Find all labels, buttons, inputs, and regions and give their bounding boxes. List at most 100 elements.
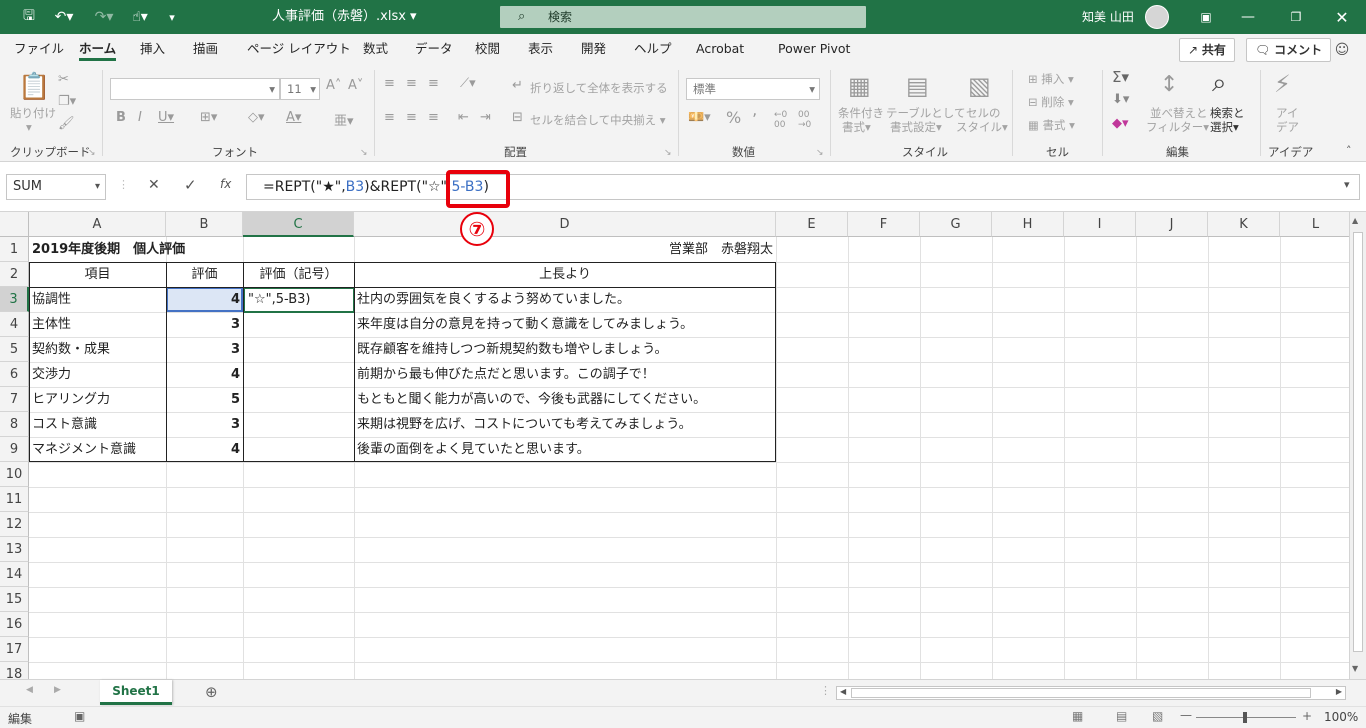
number-format-dropdown[interactable]: 標準 ▾	[686, 78, 820, 100]
tab-home[interactable]: ホーム	[79, 34, 117, 64]
scroll-left-icon[interactable]: ◀	[840, 687, 846, 696]
comment-cell[interactable]: 後輩の面倒をよく見ていたと思います。	[354, 437, 593, 462]
zoom-level[interactable]: 100%	[1324, 710, 1358, 724]
c3-editing-text[interactable]: "☆",5-B3)	[245, 287, 355, 312]
row-header[interactable]: 18	[0, 662, 29, 679]
merge-center-button[interactable]: セルを結合して中央揃え ▾	[530, 113, 666, 127]
search-box[interactable]: ⌕ 検索	[500, 6, 866, 28]
delete-cells-button[interactable]: ⊟ 削除 ▾	[1028, 95, 1074, 109]
row-header[interactable]: 17	[0, 637, 29, 662]
touch-mode-icon[interactable]: ☝▾	[122, 0, 158, 34]
row-header[interactable]: 2	[0, 262, 29, 287]
comment-cell[interactable]: 来期は視野を広げ、コストについても考えてみましょう。	[354, 412, 695, 437]
item-cell[interactable]: マネジメント意識	[29, 437, 166, 462]
smiley-icon[interactable]: ☺	[1330, 38, 1354, 62]
tab-view[interactable]: 表示	[528, 34, 553, 64]
zoom-in-icon[interactable]: +	[1302, 709, 1312, 723]
font-name-dropdown[interactable]: ▾	[110, 78, 280, 100]
row-header[interactable]: 15	[0, 587, 29, 612]
row-header[interactable]: 4	[0, 312, 29, 337]
item-cell[interactable]: ヒアリング力	[29, 387, 166, 412]
comma-icon[interactable]: ʼ	[752, 110, 757, 129]
find-select-icon[interactable]: ⌕	[1212, 68, 1227, 99]
tab-acrobat[interactable]: Acrobat	[696, 34, 744, 64]
decrease-decimal-icon[interactable]: 00 →0	[798, 110, 811, 130]
row-header[interactable]: 5	[0, 337, 29, 362]
scroll-thumb[interactable]	[1353, 232, 1363, 652]
macro-record-icon[interactable]: ▣	[74, 709, 85, 723]
align-left-icon[interactable]: ≡	[384, 110, 395, 125]
align-middle-icon[interactable]: ≡	[406, 76, 417, 91]
conditional-format-icon[interactable]: ▦	[848, 72, 871, 100]
column-header[interactable]: E	[776, 212, 848, 237]
item-cell[interactable]: 交渉力	[29, 362, 166, 387]
format-as-table-button[interactable]: 書式設定▾	[890, 120, 942, 134]
column-header[interactable]: G	[920, 212, 992, 237]
tab-developer[interactable]: 開発	[581, 34, 606, 64]
score-cell[interactable]: 3	[166, 312, 243, 337]
align-bottom-icon[interactable]: ≡	[428, 76, 439, 91]
increase-decimal-icon[interactable]: ←0 00	[774, 110, 787, 130]
comment-button[interactable]: 🗨 コメント	[1246, 38, 1332, 62]
insert-cells-button[interactable]: ⊞ 挿入 ▾	[1028, 72, 1074, 86]
tab-data[interactable]: データ	[415, 34, 453, 64]
row-header[interactable]: 14	[0, 562, 29, 587]
tab-formulas[interactable]: 数式	[363, 34, 388, 64]
scroll-down-icon[interactable]: ▼	[1352, 664, 1358, 673]
column-header[interactable]: J	[1136, 212, 1208, 237]
page-break-view-icon[interactable]: ▧	[1152, 709, 1163, 723]
sheet-title[interactable]: 2019年度後期 個人評価	[29, 237, 188, 262]
horizontal-scrollbar[interactable]: ◀ ▶	[836, 686, 1346, 700]
score-cell[interactable]: 4	[166, 287, 243, 312]
comment-cell[interactable]: 来年度は自分の意見を持って動く意識をしてみましょう。	[354, 312, 696, 337]
scroll-right-icon[interactable]: ▶	[1336, 687, 1342, 696]
enter-icon[interactable]: ✓	[184, 176, 197, 194]
comment-cell[interactable]: 既存顧客を維持しつつ新規契約数も増やしましょう。	[354, 337, 670, 362]
sort-filter-icon[interactable]: ↕	[1160, 72, 1178, 97]
sort-filter-button[interactable]: フィルター▾	[1146, 120, 1209, 134]
item-cell[interactable]: 契約数・成果	[29, 337, 166, 362]
row-header[interactable]: 12	[0, 512, 29, 537]
item-cell[interactable]: 協調性	[29, 287, 166, 312]
borders-icon[interactable]: ⊞▾	[200, 110, 217, 125]
format-cells-button[interactable]: ▦ 書式 ▾	[1028, 118, 1075, 132]
column-header[interactable]: B	[166, 212, 243, 237]
add-sheet-icon[interactable]: ⊕	[205, 683, 218, 701]
tab-file[interactable]: ファイル	[14, 34, 64, 64]
column-header[interactable]: C	[243, 212, 354, 237]
score-cell[interactable]: 4	[166, 437, 243, 462]
spreadsheet-grid[interactable]: A B C D E F G H I J K L 1 2 3 4 5 6 7 8 …	[0, 212, 1366, 679]
customize-qat-icon[interactable]: ▾	[162, 0, 182, 34]
formula-input[interactable]: =REPT("★",B3)&REPT("☆",5-B3)	[246, 174, 1360, 200]
score-cell[interactable]: 3	[166, 412, 243, 437]
font-color-icon[interactable]: A▾	[286, 110, 301, 125]
dept-name[interactable]: 営業部 赤磐翔太	[590, 237, 776, 262]
item-cell[interactable]: コスト意識	[29, 412, 166, 437]
format-painter-icon[interactable]: 🖌	[58, 116, 75, 131]
percent-icon[interactable]: %	[726, 108, 741, 127]
cancel-icon[interactable]: ✕	[148, 177, 160, 193]
undo-icon[interactable]: ↶▾	[46, 0, 82, 34]
score-cell[interactable]: 3	[166, 337, 243, 362]
comment-cell[interactable]: 社内の雰囲気を良くするよう努めていました。	[354, 287, 633, 312]
sheet-tab-sheet1[interactable]: Sheet1	[100, 680, 172, 705]
align-right-icon[interactable]: ≡	[428, 110, 439, 125]
column-header[interactable]: F	[848, 212, 920, 237]
page-layout-view-icon[interactable]: ▤	[1116, 709, 1127, 723]
redo-icon[interactable]: ↷▾	[86, 0, 122, 34]
tab-review[interactable]: 校閲	[475, 34, 500, 64]
column-header[interactable]: D	[354, 212, 776, 237]
row-header[interactable]: 6	[0, 362, 29, 387]
row-header[interactable]: 1	[0, 237, 29, 262]
comment-cell[interactable]: もともと聞く能力が高いので、今後も武器にしてください。	[354, 387, 709, 412]
ideas-icon[interactable]: ⚡	[1274, 70, 1291, 98]
wrap-text-button[interactable]: 折り返して全体を表示する	[530, 81, 668, 95]
row-header[interactable]: 13	[0, 537, 29, 562]
dialog-launcher-icon[interactable]: ↘	[88, 146, 96, 160]
cell-styles-button[interactable]: スタイル▾	[956, 120, 1008, 134]
align-center-icon[interactable]: ≡	[406, 110, 417, 125]
header-item[interactable]: 項目	[29, 262, 166, 287]
underline-icon[interactable]: U▾	[158, 110, 174, 125]
tab-power-pivot[interactable]: Power Pivot	[778, 34, 850, 64]
minimize-icon[interactable]: —	[1236, 0, 1260, 34]
